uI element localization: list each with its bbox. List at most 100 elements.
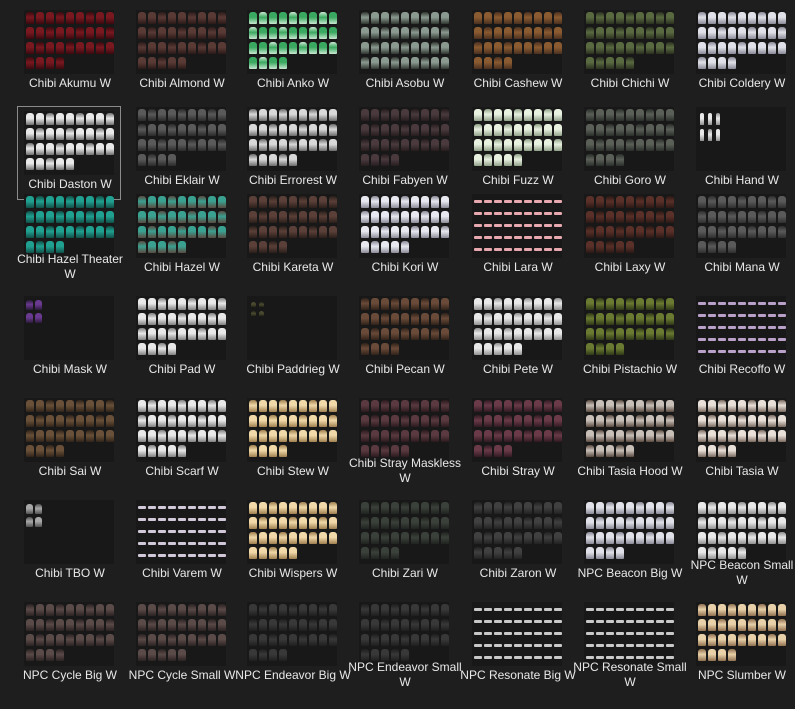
sprite-frame — [401, 226, 409, 238]
file-tile[interactable]: Chibi Fabyen W — [352, 106, 456, 196]
sprite-frame — [269, 604, 277, 616]
file-tile[interactable]: Chibi Goro W — [577, 106, 681, 196]
sprite-frame — [218, 634, 226, 646]
sprite-frame — [646, 400, 654, 412]
sprite-frame — [708, 113, 712, 125]
file-tile[interactable]: Chibi Tasia W — [689, 397, 793, 487]
sprite-frame — [708, 196, 716, 208]
sprite-frame — [474, 224, 482, 227]
sprite-frame — [708, 634, 716, 646]
sprite-frame — [474, 547, 482, 559]
file-tile[interactable]: Chibi Mask W — [17, 295, 121, 385]
file-tile[interactable]: NPC Endeavor Big W — [235, 601, 351, 691]
file-tile[interactable]: Chibi Stray Maskless W — [349, 397, 461, 487]
sprite-frame — [76, 12, 84, 24]
file-tile[interactable]: Chibi Errorest W — [240, 106, 344, 196]
file-tile[interactable]: Chibi Asobu W — [352, 9, 456, 99]
sprite-frame — [698, 400, 706, 412]
sprite-frame — [391, 241, 399, 253]
file-tile[interactable]: NPC Cycle Small W — [129, 601, 235, 691]
sprite-sheet-icon — [696, 602, 786, 666]
sprite-frame — [138, 27, 146, 39]
sprite-frame — [371, 124, 379, 136]
sprite-frame — [738, 619, 746, 631]
file-tile[interactable]: Chibi Zari W — [352, 499, 456, 589]
sprite-frame — [596, 644, 604, 647]
file-tile[interactable]: Chibi Lara W — [465, 193, 569, 283]
sprite-frame — [259, 124, 267, 136]
sprite-frame — [329, 400, 337, 412]
sprite-frame — [188, 226, 196, 238]
file-tile[interactable]: Chibi Kareta W — [240, 193, 344, 283]
sprite-sheet-icon — [472, 398, 562, 462]
sprite-frame — [504, 328, 512, 340]
file-tile[interactable]: Chibi Pecan W — [352, 295, 456, 385]
sprite-frame — [309, 619, 317, 631]
file-tile[interactable]: Chibi Daston W — [17, 106, 121, 200]
sprite-frame — [218, 530, 226, 533]
file-tile[interactable]: Chibi Stray W — [465, 397, 569, 487]
file-tile[interactable]: Chibi Akumu W — [17, 9, 121, 99]
file-tile[interactable]: Chibi Eklair W — [129, 106, 233, 196]
file-tile[interactable]: Chibi Hand W — [689, 106, 793, 196]
file-tile[interactable]: Chibi Scarf W — [129, 397, 233, 487]
file-tile[interactable]: NPC Beacon Big W — [577, 499, 682, 589]
file-tile[interactable]: Chibi TBO W — [17, 499, 121, 589]
sprite-frame — [441, 517, 449, 529]
file-tile[interactable]: Chibi Tasia Hood W — [577, 397, 683, 487]
sprite-frame — [554, 656, 562, 659]
sprite-frame — [148, 530, 156, 533]
file-tile[interactable]: Chibi Stew W — [240, 397, 344, 487]
sprite-frame — [738, 211, 746, 223]
file-tile[interactable]: Chibi Wispers W — [240, 499, 344, 589]
sprite-frame — [544, 109, 552, 121]
file-tile[interactable]: NPC Endeavor Small W — [348, 601, 462, 691]
file-tile[interactable]: Chibi Mana W — [689, 193, 793, 283]
file-tile[interactable]: Chibi Pistachio W — [577, 295, 681, 385]
file-tile[interactable]: Chibi Chichi W — [577, 9, 681, 99]
sprite-frame — [514, 109, 522, 121]
sprite-sheet-icon — [24, 194, 114, 258]
sprite-frame — [148, 328, 156, 340]
file-tile[interactable]: Chibi Almond W — [129, 9, 233, 99]
sprite-frame — [168, 445, 176, 457]
sprite-frame — [168, 154, 176, 166]
sprite-frame — [249, 415, 257, 427]
file-tile[interactable]: NPC Cycle Big W — [17, 601, 121, 691]
file-tile[interactable]: Chibi Sai W — [17, 397, 121, 487]
file-tile[interactable]: Chibi Pad W — [129, 295, 233, 385]
sprite-frame — [46, 12, 54, 24]
file-tile[interactable]: NPC Resonate Small W — [573, 601, 687, 691]
file-name-label: NPC Endeavor Big W — [235, 668, 351, 682]
file-tile[interactable]: Chibi Anko W — [240, 9, 344, 99]
file-name-label: Chibi Pete W — [482, 362, 554, 376]
file-tile[interactable]: NPC Beacon Small W — [689, 499, 793, 589]
file-tile[interactable]: Chibi Laxy W — [577, 193, 681, 283]
sprite-frame — [778, 502, 786, 514]
file-tile[interactable]: Chibi Zaron W — [465, 499, 569, 589]
sprite-frame — [329, 502, 337, 514]
file-tile[interactable]: Chibi Coldery W — [689, 9, 793, 99]
file-tile[interactable]: NPC Slumber W — [689, 601, 793, 691]
sprite-frame — [26, 27, 34, 39]
file-tile[interactable]: Chibi Kori W — [352, 193, 456, 283]
sprite-frame — [299, 400, 307, 412]
sprite-frame — [329, 109, 337, 121]
file-tile[interactable]: Chibi Recoffo W — [689, 295, 793, 385]
sprite-frame — [249, 400, 257, 412]
sprite-frame — [616, 124, 624, 136]
sprite-frame — [361, 154, 369, 166]
file-tile[interactable]: Chibi Paddrieg W — [240, 295, 344, 385]
file-tile[interactable]: Chibi Hazel W — [129, 193, 233, 283]
sprite-frame — [494, 212, 502, 215]
file-tile[interactable]: Chibi Hazel Theater W — [17, 193, 123, 283]
file-tile[interactable]: Chibi Cashew W — [465, 9, 569, 99]
file-tile[interactable]: Chibi Varem W — [129, 499, 233, 589]
file-tile[interactable]: Chibi Fuzz W — [465, 106, 569, 196]
file-tile[interactable]: Chibi Pete W — [465, 295, 569, 385]
sprite-frame — [758, 619, 766, 631]
file-tile[interactable]: NPC Resonate Big W — [460, 601, 576, 691]
sprite-frame — [371, 313, 379, 325]
sprite-frame — [391, 226, 399, 238]
file-name-label: Chibi Eklair W — [144, 173, 220, 187]
